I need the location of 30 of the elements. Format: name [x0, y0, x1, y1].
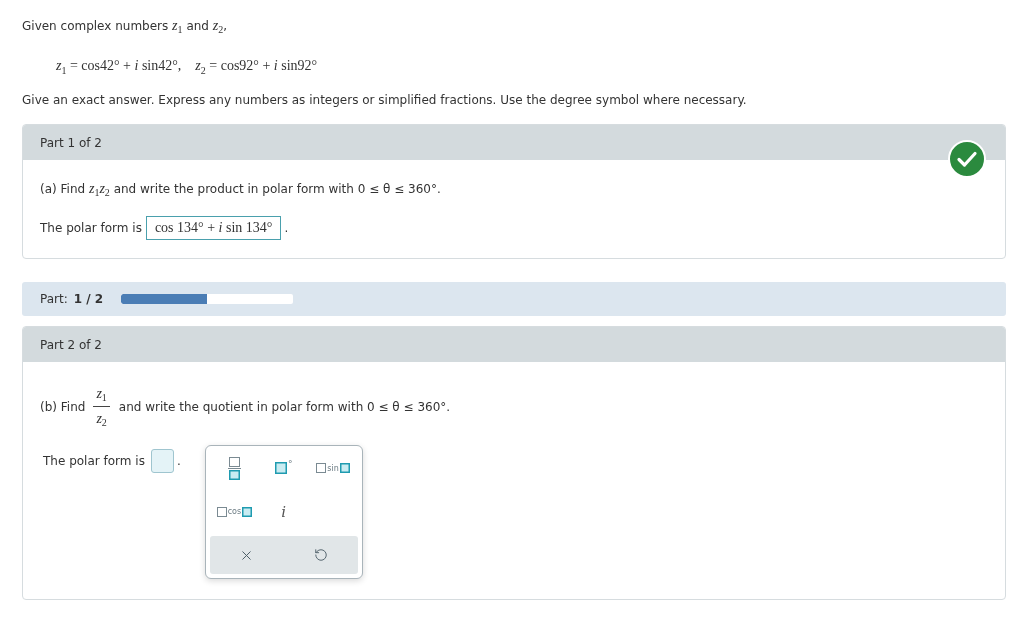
intro-text: Given complex numbers z$_{1}$ and z$_{2}$, — [22, 17, 229, 35]
instructions-text: Give an exact answer. Express any numbers as integers or simplified fractions. Use the degree symbol where necessary. — [22, 92, 748, 109]
answer-field[interactable] — [150, 449, 174, 473]
sine-key[interactable]: sin — [313, 461, 353, 475]
period-text: . — [284, 221, 289, 235]
part-title: Part 2 of 2 — [40, 336, 102, 353]
progress-label: Part: — [40, 292, 68, 306]
outlined-square-icon — [216, 506, 227, 517]
degree-key[interactable]: ° — [271, 460, 296, 476]
cosine-key[interactable]: cos — [213, 504, 256, 519]
outlined-square-icon — [316, 463, 327, 473]
fraction-numerator: z$_{1}$ — [93, 384, 110, 407]
progress-value: 1 / 2 — [73, 292, 104, 306]
imaginary-unit-key[interactable]: i — [278, 500, 290, 523]
period-text: . — [176, 454, 181, 468]
equation: z$_{2}$ = cos92° + i sin92° — [195, 57, 318, 76]
shaded-square-icon — [274, 462, 287, 474]
answer-label: The polar form is — [43, 454, 145, 468]
answer-field[interactable]: cos 134° + i sin 134° — [145, 216, 282, 240]
rotate-arrow-icon — [313, 548, 328, 562]
fraction-template-icon — [227, 456, 241, 480]
part-title: Part 1 of 2 — [40, 134, 102, 151]
equation: z$_{1}$ = cos42° + i sin42°, — [56, 57, 182, 76]
shaded-square-icon — [242, 506, 253, 517]
shaded-square-icon — [339, 463, 350, 473]
answer-label: The polar form is — [40, 221, 142, 235]
question-text: (a) Find z$_{1}$z$_{2}$ and write the product in polar form with 0 ≤ θ ≤ 360°. — [40, 180, 442, 198]
fraction-denominator: z$_{2}$ — [96, 410, 107, 429]
question-text: and write the quotient in polar form with 0 ≤ θ ≤ 360°. — [118, 399, 451, 414]
question-text: (b) Find — [40, 399, 86, 414]
